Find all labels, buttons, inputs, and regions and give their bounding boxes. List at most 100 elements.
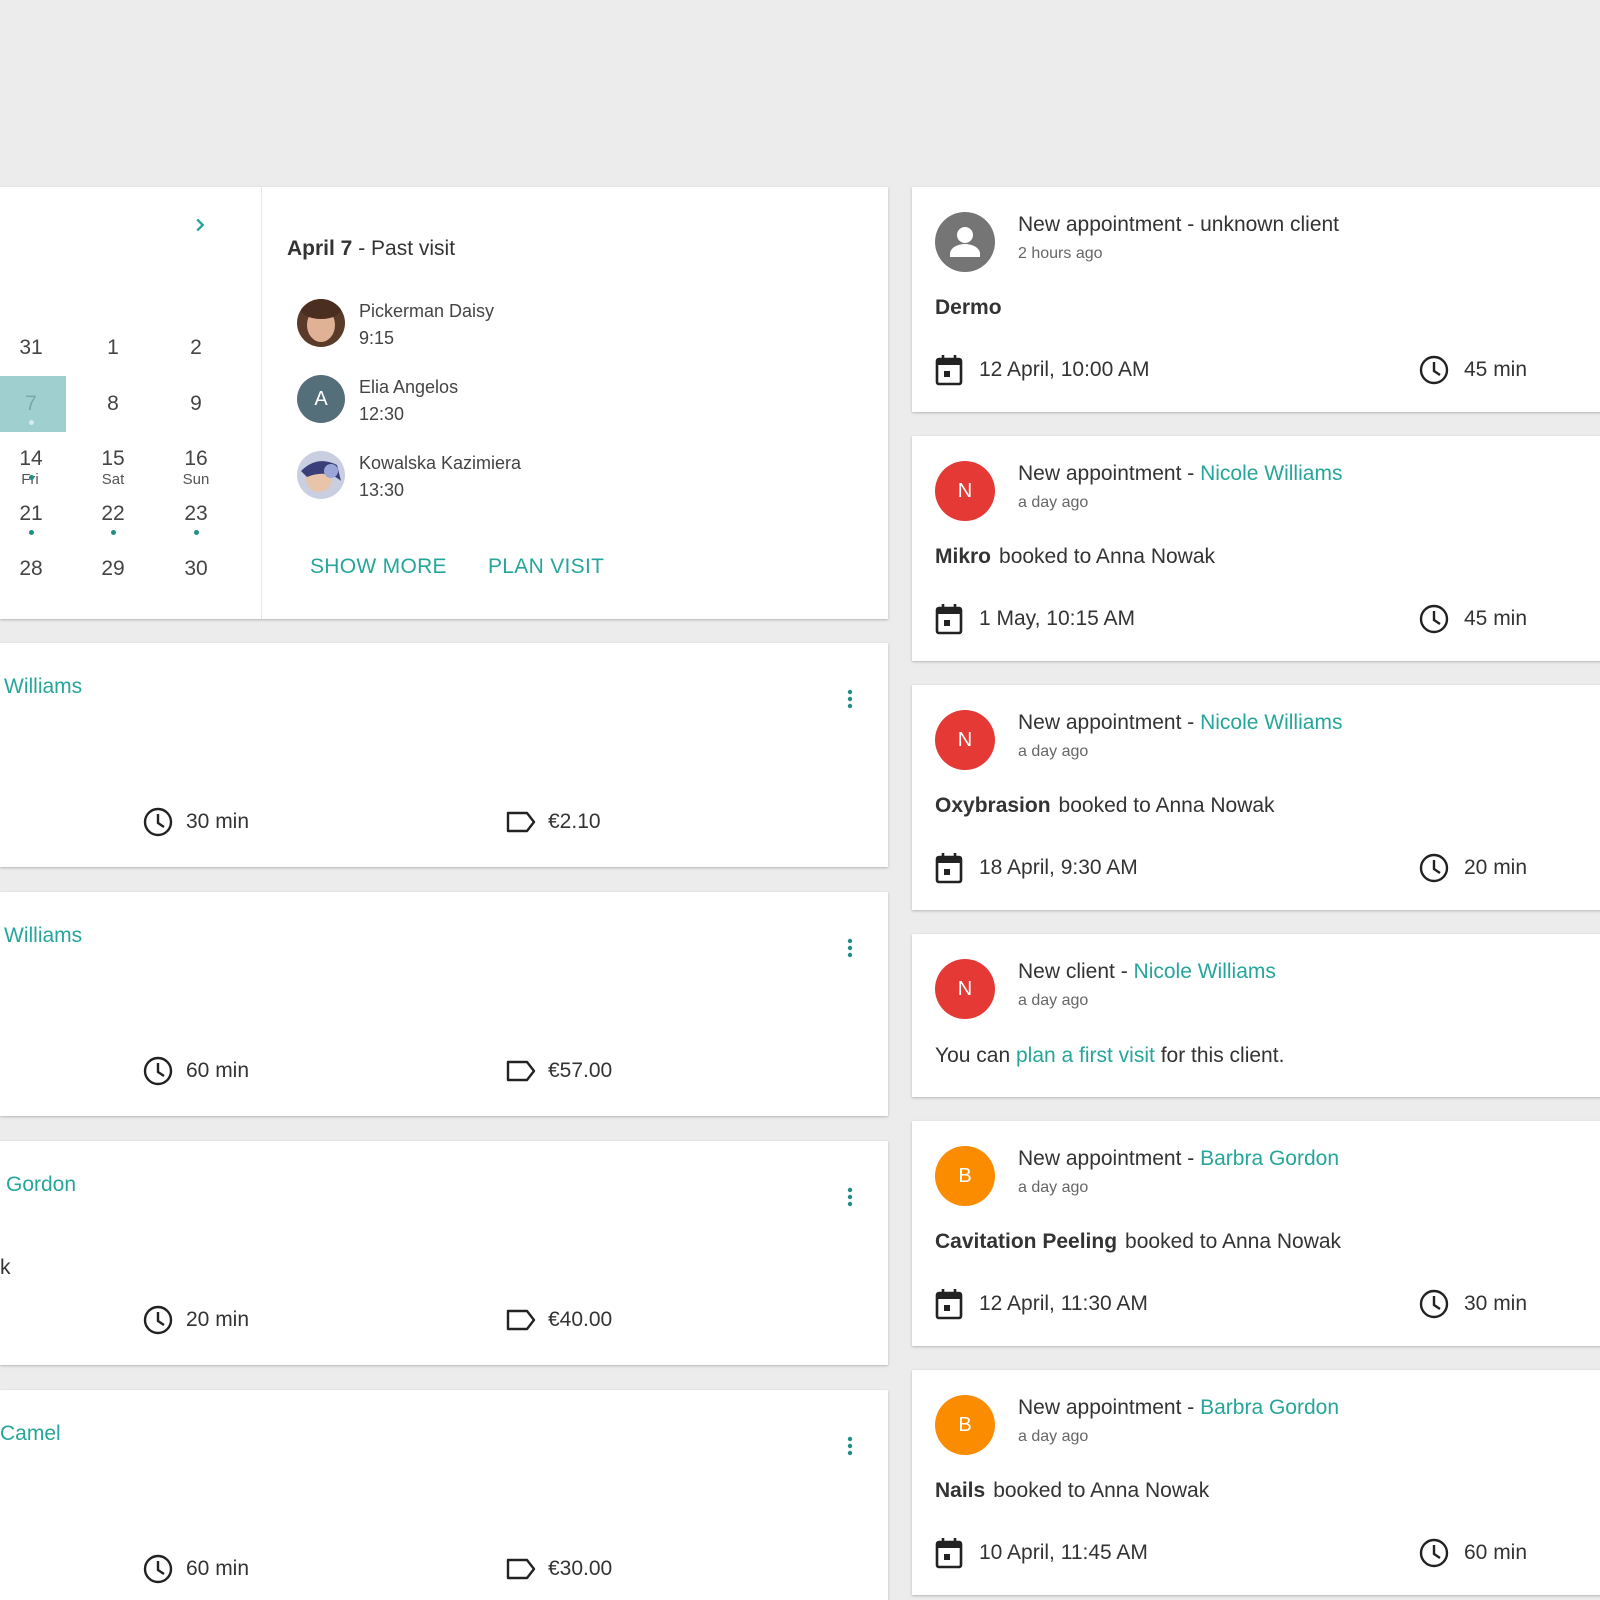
avatar: N — [935, 710, 995, 770]
message-prefix: You can — [935, 1044, 1016, 1067]
notification-card[interactable]: N New appointment - Nicole Williams a da… — [912, 436, 1600, 661]
avatar — [935, 212, 995, 272]
calendar-icon — [935, 1289, 963, 1320]
notification-title: New appointment - unknown client — [1018, 213, 1340, 236]
notification-duration: 45 min — [1418, 603, 1527, 635]
notification-card[interactable]: New appointment - unknown client 2 hours… — [912, 187, 1600, 412]
notification-title: New appointment - Barbra Gordon — [1018, 1147, 1339, 1171]
clock-icon — [1419, 355, 1449, 385]
appointment-staff-fragment: k — [0, 1256, 11, 1279]
appointment-client-link[interactable]: Williams — [4, 924, 82, 948]
notification-title-prefix: New client - — [1018, 960, 1134, 983]
client-link[interactable]: Nicole Williams — [1200, 462, 1342, 485]
visit-client-name: Kowalska Kazimiera — [359, 453, 522, 473]
date-text: 12 April, 10:00 AM — [979, 358, 1150, 381]
past-visit-panel: April 7 - Past visit Pickerman Daisy 9:1… — [262, 187, 888, 619]
notification-message: You can plan a first visit for this clie… — [935, 1044, 1284, 1068]
notification-date: 1 May, 10:15 AM — [935, 603, 1135, 635]
appointment-duration: 30 min — [142, 806, 249, 838]
price-tag-icon — [506, 811, 536, 833]
duration-text: 45 min — [1464, 607, 1528, 630]
calendar-day[interactable]: 15 — [78, 431, 148, 487]
service-name: Cavitation Peeling — [935, 1230, 1118, 1253]
appointment-price: €57.00 — [506, 1055, 612, 1087]
notification-title-prefix: New appointment - — [1018, 1147, 1201, 1170]
date-text: 18 April, 9:30 AM — [979, 856, 1138, 879]
appointment-duration: 60 min — [142, 1055, 249, 1087]
notification-title-prefix: New appointment - — [1018, 1396, 1201, 1419]
price-tag-icon — [506, 1558, 536, 1580]
notification-time: a day ago — [1018, 494, 1089, 511]
date-text: 10 April, 11:45 AM — [979, 1541, 1148, 1564]
appointment-card[interactable]: Camel 60 min €30.00 — [0, 1390, 888, 1600]
more-vert-icon[interactable] — [838, 1434, 862, 1458]
price-text: €2.10 — [548, 810, 601, 833]
plan-first-visit-link[interactable]: plan a first visit — [1016, 1044, 1155, 1067]
notification-card[interactable]: N New client - Nicole Williams a day ago… — [912, 934, 1600, 1097]
notification-card[interactable]: B New appointment - Barbra Gordon a day … — [912, 1121, 1600, 1346]
clock-icon — [143, 1305, 173, 1335]
notification-time: a day ago — [1018, 1428, 1089, 1445]
appointment-client-link[interactable]: Camel — [0, 1422, 61, 1446]
notification-date: 10 April, 11:45 AM — [935, 1537, 1148, 1569]
appointment-client-link[interactable]: Williams — [4, 675, 82, 699]
calendar-day[interactable]: 29 — [78, 541, 148, 597]
more-vert-icon[interactable] — [838, 1185, 862, 1209]
notification-service: Dermo — [935, 296, 1010, 320]
notification-time: 2 hours ago — [1018, 245, 1103, 262]
appointment-card[interactable]: Gordon k 20 min €40.00 — [0, 1141, 888, 1365]
notification-card[interactable]: B New appointment - Barbra Gordon a day … — [912, 1370, 1600, 1595]
visit-time: 9:15 — [359, 328, 395, 348]
service-name: Dermo — [935, 296, 1002, 319]
client-link[interactable]: Nicole Williams — [1200, 711, 1342, 734]
booked-text: booked to Anna Nowak — [993, 1479, 1210, 1502]
notification-card[interactable]: N New appointment - Nicole Williams a da… — [912, 685, 1600, 910]
calendar-day[interactable]: 31 — [0, 320, 66, 376]
client-link[interactable]: Barbra Gordon — [1200, 1147, 1339, 1170]
service-name: Nails — [935, 1479, 986, 1502]
visit-client-name: Pickerman Daisy — [359, 301, 495, 321]
service-name: Mikro — [935, 545, 992, 568]
appointment-duration: 20 min — [142, 1304, 249, 1336]
show-more-button[interactable]: SHOW MORE — [310, 555, 447, 579]
client-link[interactable]: Nicole Williams — [1134, 960, 1276, 983]
calendar-day[interactable]: 30 — [161, 541, 231, 597]
appointment-price: €2.10 — [506, 806, 601, 838]
price-text: €57.00 — [548, 1059, 613, 1082]
calendar-day[interactable]: 2 — [161, 320, 231, 376]
appointment-card[interactable]: Williams 60 min €57.00 — [0, 892, 888, 1116]
chevron-right-icon[interactable] — [189, 214, 211, 236]
more-vert-icon[interactable] — [838, 687, 862, 711]
event-dot — [111, 530, 116, 535]
calendar-day[interactable]: 8 — [78, 376, 148, 432]
calendar-day[interactable]: 1 — [78, 320, 148, 376]
price-text: €40.00 — [548, 1308, 613, 1331]
more-vert-icon[interactable] — [838, 936, 862, 960]
duration-text: 20 min — [1464, 856, 1528, 879]
notification-title: New appointment - Barbra Gordon — [1018, 1396, 1339, 1420]
price-text: €30.00 — [548, 1557, 613, 1580]
calendar-icon — [935, 355, 963, 386]
client-link[interactable]: Barbra Gordon — [1200, 1396, 1339, 1419]
appointment-card[interactable]: Williams 30 min €2.10 — [0, 643, 888, 867]
event-dot — [29, 420, 34, 425]
appointment-client-link[interactable]: Gordon — [6, 1173, 76, 1197]
plan-visit-button[interactable]: PLAN VISIT — [488, 555, 604, 579]
calendar-day[interactable]: 16 — [161, 431, 231, 487]
calendar-icon — [935, 604, 963, 635]
visit-time: 12:30 — [359, 404, 405, 424]
calendar-day[interactable]: 28 — [0, 541, 66, 597]
avatar: B — [935, 1146, 995, 1206]
calendar-day[interactable]: 9 — [161, 376, 231, 432]
avatar: N — [935, 959, 995, 1019]
mini-calendar: Fri Sat Sun 3112789141516212223282930 — [0, 187, 262, 619]
notification-date: 12 April, 11:30 AM — [935, 1288, 1148, 1320]
price-tag-icon — [506, 1060, 536, 1082]
clock-icon — [143, 1554, 173, 1584]
visit-client-name: Elia Angelos — [359, 377, 459, 397]
notification-title: New appointment - Nicole Williams — [1018, 711, 1342, 735]
calendar-card: Fri Sat Sun 3112789141516212223282930 Ap… — [0, 187, 888, 619]
avatar: B — [935, 1395, 995, 1455]
clock-icon — [1419, 853, 1449, 883]
date-text: 12 April, 11:30 AM — [979, 1292, 1148, 1315]
